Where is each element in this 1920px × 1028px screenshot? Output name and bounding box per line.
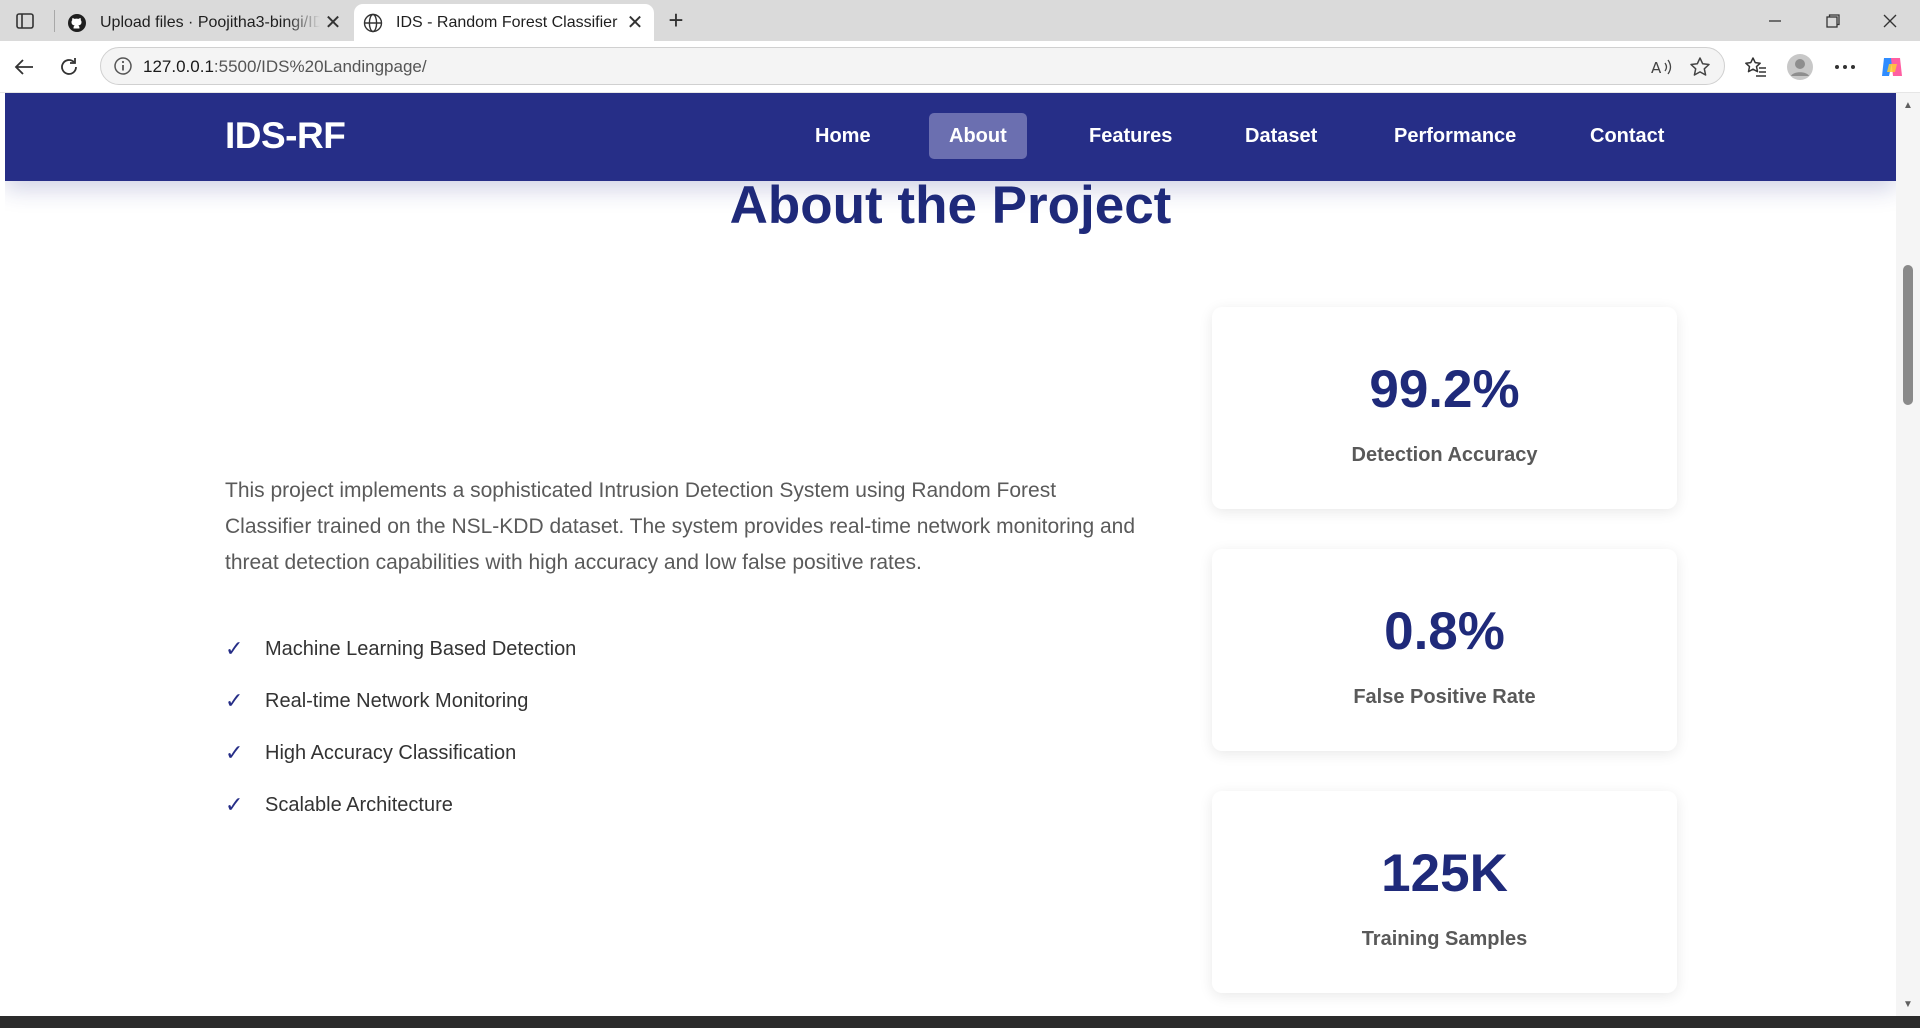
tab-title: IDS - Random Forest Classifier xyxy=(396,13,618,31)
copilot-icon[interactable] xyxy=(1876,51,1908,83)
favorites-icon[interactable] xyxy=(1740,51,1772,83)
scroll-down-icon[interactable]: ▼ xyxy=(1902,998,1914,1010)
list-item: ✓ Scalable Architecture xyxy=(225,779,576,831)
page-viewport: IDS-RF Home About Features Dataset Perfo… xyxy=(5,93,1896,1016)
url-text[interactable]: 127.0.0.1:5500/IDS%20Landingpage/ xyxy=(143,57,427,77)
stat-label: Training Samples xyxy=(1361,928,1528,950)
close-window-icon[interactable] xyxy=(1867,0,1913,41)
tab-actions-icon[interactable] xyxy=(12,10,38,32)
new-tab-icon[interactable]: + xyxy=(662,5,690,35)
browser-toolbar: 127.0.0.1:5500/IDS%20Landingpage/ A xyxy=(0,41,1920,93)
back-icon[interactable] xyxy=(8,51,40,83)
stat-value: 99.2% xyxy=(1369,360,1520,419)
more-options-icon[interactable] xyxy=(1829,51,1861,83)
feature-list: ✓ Machine Learning Based Detection ✓ Rea… xyxy=(225,623,576,831)
scroll-up-icon[interactable]: ▲ xyxy=(1902,99,1914,111)
checkmark-icon: ✓ xyxy=(225,792,244,817)
stat-value: 0.8% xyxy=(1384,602,1505,661)
nav-home[interactable]: Home xyxy=(795,113,891,159)
tab-title: Upload files · Poojitha3-bingi/IDS xyxy=(100,13,320,31)
stat-label: Detection Accuracy xyxy=(1351,444,1538,466)
address-bar[interactable]: 127.0.0.1:5500/IDS%20Landingpage/ A xyxy=(100,47,1725,85)
feature-label: Machine Learning Based Detection xyxy=(265,637,577,660)
checkmark-icon: ✓ xyxy=(225,636,244,661)
section-title: About the Project xyxy=(729,176,1172,235)
stat-card-training: 125K Training Samples xyxy=(1212,791,1677,993)
minimize-icon[interactable] xyxy=(1752,0,1798,41)
list-item: ✓ Real-time Network Monitoring xyxy=(225,675,576,727)
about-description: This project implements a sophisticated … xyxy=(225,479,1136,574)
scrollbar-thumb[interactable] xyxy=(1903,265,1913,405)
close-tab-icon[interactable]: ✕ xyxy=(622,10,648,36)
list-item: ✓ Machine Learning Based Detection xyxy=(225,623,576,675)
globe-icon xyxy=(362,12,384,34)
tab-divider xyxy=(54,10,55,32)
stat-label: False Positive Rate xyxy=(1353,686,1536,708)
browser-tab-github[interactable]: Upload files · Poojitha3-bingi/IDS ✕ xyxy=(58,4,352,41)
svg-text:A: A xyxy=(1651,59,1662,77)
site-logo[interactable]: IDS-RF xyxy=(225,115,346,157)
profile-avatar-icon[interactable] xyxy=(1784,51,1816,83)
feature-label: Real-time Network Monitoring xyxy=(265,689,529,712)
nav-about[interactable]: About xyxy=(929,113,1027,159)
favorite-star-icon[interactable] xyxy=(1687,54,1713,80)
github-icon xyxy=(66,12,88,34)
checkmark-icon: ✓ xyxy=(225,740,244,765)
read-aloud-icon[interactable]: A xyxy=(1648,54,1674,80)
browser-tab-ids[interactable]: IDS - Random Forest Classifier ✕ xyxy=(354,4,654,41)
browser-tab-bar: Upload files · Poojitha3-bingi/IDS ✕ IDS… xyxy=(0,0,1920,41)
site-info-icon[interactable] xyxy=(113,56,133,76)
nav-contact[interactable]: Contact xyxy=(1570,113,1684,159)
stat-value: 125K xyxy=(1381,844,1508,903)
restore-icon[interactable] xyxy=(1810,0,1856,41)
close-tab-icon[interactable]: ✕ xyxy=(320,10,346,36)
nav-dataset[interactable]: Dataset xyxy=(1225,113,1337,159)
site-navbar: IDS-RF Home About Features Dataset Perfo… xyxy=(5,93,1896,181)
stat-card-accuracy: 99.2% Detection Accuracy xyxy=(1212,307,1677,509)
taskbar-edge xyxy=(0,1016,1920,1028)
feature-label: High Accuracy Classification xyxy=(265,741,517,764)
checkmark-icon: ✓ xyxy=(225,688,244,713)
page-scrollbar[interactable]: ▲ ▼ xyxy=(1896,93,1920,1016)
stat-card-false-positive: 0.8% False Positive Rate xyxy=(1212,549,1677,751)
nav-performance[interactable]: Performance xyxy=(1374,113,1536,159)
refresh-icon[interactable] xyxy=(53,51,85,83)
feature-label: Scalable Architecture xyxy=(265,793,453,816)
list-item: ✓ High Accuracy Classification xyxy=(225,727,576,779)
nav-features[interactable]: Features xyxy=(1069,113,1192,159)
